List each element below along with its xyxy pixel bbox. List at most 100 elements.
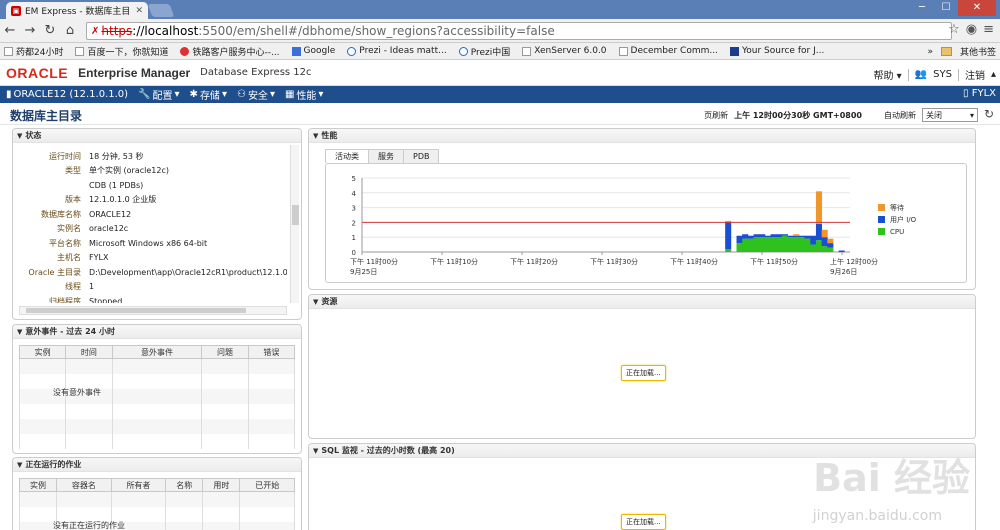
reload-icon[interactable]: ↻ <box>40 23 60 38</box>
chart-bar <box>725 249 732 252</box>
chart-bar <box>764 235 771 238</box>
horizontal-scrollbar[interactable] <box>19 306 287 315</box>
empty-message: 没有意外事件 <box>53 388 101 397</box>
user-icon: 👥 <box>914 69 928 80</box>
star-icon[interactable]: ☆ <box>948 22 960 37</box>
activity-chart[interactable]: 0 1 2 3 4 5 下午 11时00分 9月25日 下午 11时10分 下午 11时20分 下午… <box>326 164 968 282</box>
prezi-icon <box>458 46 468 56</box>
window-controls: ─ ☐ ✕ <box>910 0 996 16</box>
forward-icon[interactable]: → <box>20 23 40 38</box>
column-header[interactable]: 所有者 <box>110 478 167 492</box>
incidents-panel-header[interactable]: ▼ 意外事件 - 过去 24 小时 <box>13 325 301 339</box>
performance-panel-header[interactable]: ▼ 性能 <box>309 129 975 143</box>
more-bookmarks-button[interactable]: » <box>927 47 933 57</box>
menu-performance[interactable]: ▦ 性能 ▾ <box>285 87 323 102</box>
chart-bar <box>793 235 800 238</box>
status-value: Microsoft Windows x86 64-bit <box>89 238 208 248</box>
legend-swatch <box>878 228 885 235</box>
scrollbar-thumb[interactable] <box>292 205 299 225</box>
chart-bar <box>770 237 777 252</box>
status-value: 12.1.0.1.0 企业版 <box>89 195 157 205</box>
bookmark-item[interactable]: XenServer 6.0.0 <box>522 46 607 56</box>
bookmark-item[interactable]: 药都24小时 <box>4 45 63 58</box>
bookmark-item[interactable]: 铁路客户服务中心--... <box>180 45 280 58</box>
status-value: CDB (1 PDBs) <box>89 180 144 190</box>
legend-swatch <box>878 204 885 211</box>
browser-tab-strip: ▣ EM Express - 数据库主目 ✕ ─ ☐ ✕ <box>0 0 1000 19</box>
bookmark-item[interactable]: Prezi中国 <box>458 45 510 58</box>
chart-bar <box>804 235 811 239</box>
page-icon <box>75 46 85 56</box>
legend-label: CPU <box>890 228 904 236</box>
tab-pdb[interactable]: PDB <box>403 149 440 163</box>
scrollbar-thumb[interactable] <box>26 308 246 313</box>
logout-link[interactable]: 注销 <box>965 67 985 82</box>
status-row: 版本 12.1.0.1.0 企业版 <box>19 193 287 208</box>
menu-storage[interactable]: ✱ 存储 ▾ <box>190 87 227 102</box>
url-scheme: https <box>101 24 133 38</box>
y-tick-label: 0 <box>352 249 356 257</box>
host-icon: ▯ <box>963 88 969 99</box>
column-header[interactable]: 已开始 <box>239 478 295 492</box>
column-header[interactable]: 名称 <box>165 478 204 492</box>
bookmark-item[interactable]: 百度一下，你就知道 <box>75 45 168 58</box>
new-tab-button[interactable] <box>147 4 175 17</box>
bookmark-item[interactable]: Your Source for J... <box>729 46 824 56</box>
bookmark-item[interactable]: Google <box>291 46 335 56</box>
menu-config[interactable]: 🔧 配置 ▾ <box>138 87 179 102</box>
column-header[interactable]: 实例 <box>18 345 67 359</box>
x-tick-label: 上午 12时00分 <box>830 257 878 266</box>
column-header[interactable]: 容器名 <box>56 478 112 492</box>
auto-refresh-select[interactable]: 关闭 ▾ <box>922 108 978 122</box>
scroll-arrow-icon[interactable]: ▴ <box>991 69 996 80</box>
back-icon[interactable]: ← <box>0 23 20 38</box>
address-bar[interactable]: ✗ https ://localhost :5500/em/shell#/dbh… <box>86 22 952 40</box>
tab-services[interactable]: 服务 <box>368 149 404 163</box>
column-header[interactable]: 用时 <box>202 478 241 492</box>
bookmark-item[interactable]: Prezi - Ideas matt... <box>347 46 447 56</box>
database-icon: ▮ <box>6 89 12 100</box>
page-titlebar: 数据库主目录 页刷新 上午 12时00分30秒 GMT+0800 自动刷新 关闭… <box>0 103 1000 125</box>
resources-panel-header[interactable]: ▼ 资源 <box>309 295 975 309</box>
tab-activity-class[interactable]: 活动类 <box>325 149 369 163</box>
chart-bar <box>753 237 760 252</box>
help-menu[interactable]: 帮助 ▾ <box>874 67 902 82</box>
bookmark-item[interactable]: December Comm... <box>618 46 718 56</box>
chart-bar <box>759 234 766 238</box>
bookmarks-bar: 药都24小时 百度一下，你就知道 铁路客户服务中心--... Google Pr… <box>0 43 1000 60</box>
minimize-icon[interactable]: ─ <box>910 0 934 16</box>
refresh-icon[interactable]: ↻ <box>984 107 994 121</box>
status-value: D:\Development\app\Oracle12cR1\product\1… <box>89 267 287 277</box>
column-header[interactable]: 问题 <box>201 345 249 359</box>
status-list: 运行时间 18 分钟, 53 秒类型 单个实例 (oracle12c) CDB (1 … <box>19 149 287 303</box>
status-key: 主机名 <box>57 253 81 263</box>
legend-label: 用户 I/O <box>890 215 917 224</box>
tab-close-icon[interactable]: ✕ <box>135 6 143 16</box>
extension-icon[interactable]: ◉ <box>966 22 977 37</box>
product-name: Enterprise Manager <box>78 65 191 80</box>
collapse-icon: ▼ <box>313 446 319 455</box>
maximize-icon[interactable]: ☐ <box>934 0 958 16</box>
home-icon[interactable]: ⌂ <box>60 23 80 38</box>
page-icon <box>522 46 532 56</box>
column-header[interactable]: 时间 <box>65 345 113 359</box>
column-header[interactable]: 意外事件 <box>111 345 203 359</box>
status-value: 单个实例 (oracle12c) <box>89 166 169 176</box>
column-header[interactable]: 错误 <box>247 345 296 359</box>
watermark-logo: Bai 经验 <box>813 456 970 500</box>
vertical-scrollbar[interactable] <box>290 145 299 303</box>
menu-security[interactable]: ⚇ 安全 ▾ <box>237 87 275 102</box>
window-close-icon[interactable]: ✕ <box>958 0 996 16</box>
divider <box>907 68 909 81</box>
status-panel-header[interactable]: ▼ 状态 <box>13 129 301 143</box>
other-bookmarks[interactable]: 其他书签 <box>960 45 996 58</box>
column-header[interactable]: 实例 <box>18 478 58 492</box>
jobs-panel-header[interactable]: ▼ 正在运行的作业 <box>13 458 301 472</box>
railway-icon <box>180 46 190 56</box>
status-row: 数据库名称 ORACLE12 <box>19 207 287 222</box>
jobs-panel: ▼ 正在运行的作业 实例 容器名 所有者 名称 用时 已开始 没有正在运行的作业 <box>12 457 302 530</box>
menu-icon[interactable]: ≡ <box>983 22 994 37</box>
browser-tab[interactable]: ▣ EM Express - 数据库主目 ✕ <box>6 2 148 19</box>
status-row: 归档程序 Stopped <box>19 294 287 303</box>
instance-menu[interactable]: ▮ ORACLE12 (12.1.0.1.0) <box>6 89 128 100</box>
